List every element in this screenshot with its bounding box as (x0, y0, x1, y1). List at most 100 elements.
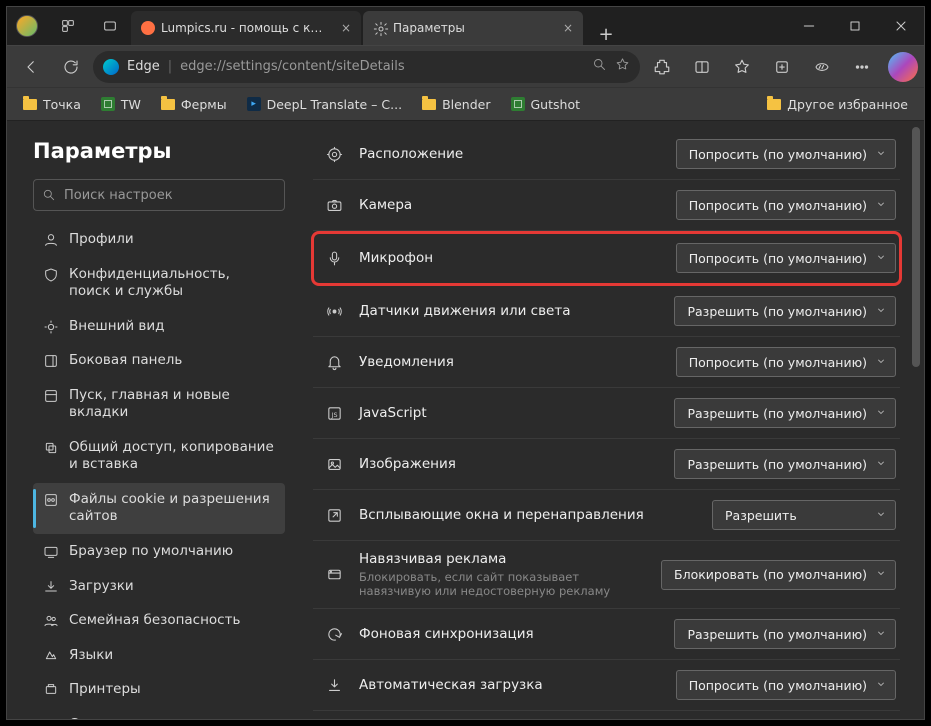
close-window-button[interactable] (878, 7, 924, 45)
nav-label: Система и производительность (69, 716, 275, 719)
favorite-icon[interactable] (615, 57, 630, 76)
bookmark-label: TW (121, 97, 141, 112)
refresh-button[interactable] (53, 50, 89, 84)
sidebar-item-6[interactable]: Файлы cookie и разрешения сайтов (33, 483, 285, 534)
search-placeholder: Поиск настроек (64, 188, 173, 203)
back-button[interactable] (13, 50, 49, 84)
dropdown-value: Разрешить (725, 508, 797, 523)
address-bar[interactable]: Edge | edge://settings/content/siteDetai… (93, 51, 640, 83)
lumpics-favicon-icon (141, 21, 155, 35)
permission-dropdown[interactable]: Попросить (по умолчанию) (676, 670, 896, 700)
dropdown-value: Попросить (по умолчанию) (689, 251, 867, 266)
nav-label: Принтеры (69, 681, 141, 699)
bookmark-label: Точка (43, 97, 81, 112)
tab-lumpics[interactable]: Lumpics.ru - помощь с компьюте × (131, 11, 361, 45)
avatar-icon (16, 15, 38, 37)
bookmark-gutshot[interactable]: Gutshot (503, 93, 589, 116)
sidebar-item-7[interactable]: Браузер по умолчанию (33, 535, 285, 569)
permission-dropdown[interactable]: Разрешить (по умолчанию) (674, 296, 896, 326)
nav-icon (43, 319, 59, 335)
bookmark-blender[interactable]: Blender (414, 93, 498, 116)
tab-settings[interactable]: Параметры × (363, 11, 583, 45)
chevron-down-icon (875, 678, 887, 693)
permission-row-js: JSJavaScriptРазрешить (по умолчанию) (313, 388, 900, 439)
extensions-button[interactable] (644, 50, 680, 84)
nav-icon (43, 267, 59, 283)
scrollbar[interactable] (910, 127, 922, 711)
permission-dropdown[interactable]: Попросить (по умолчанию) (676, 190, 896, 220)
js-icon: JS (317, 405, 351, 422)
dropdown-value: Попросить (по умолчанию) (689, 198, 867, 213)
permission-dropdown[interactable]: Разрешить (по умолчанию) (674, 449, 896, 479)
scrollbar-thumb[interactable] (912, 127, 920, 367)
sidebar-item-10[interactable]: Языки (33, 639, 285, 673)
profile-button[interactable] (7, 7, 47, 45)
tab-title: Параметры (393, 21, 551, 35)
bookmark-fermy[interactable]: Фермы (153, 93, 235, 116)
more-button[interactable] (844, 50, 880, 84)
sidebar-item-11[interactable]: Принтеры (33, 673, 285, 707)
nav-label: Профили (69, 231, 134, 249)
permission-row-ads: Навязчивая реклама Блокировать, если сайт… (313, 541, 900, 609)
permission-dropdown[interactable]: Попросить (по умолчанию) (676, 347, 896, 377)
close-tab-button[interactable]: × (557, 21, 579, 35)
dropdown-value: Разрешить (по умолчанию) (687, 406, 867, 421)
sidebar-item-5[interactable]: Общий доступ, копирование и вставка (33, 431, 285, 482)
chevron-down-icon (875, 304, 887, 319)
browser-essentials-button[interactable] (804, 50, 840, 84)
split-screen-button[interactable] (684, 50, 720, 84)
copilot-button[interactable] (888, 52, 918, 82)
bookmark-label: Другое избранное (787, 97, 908, 112)
permission-label: Навязчивая реклама (359, 551, 653, 567)
settings-search-input[interactable]: Поиск настроек (33, 179, 285, 211)
search-icon[interactable] (592, 57, 607, 76)
url-text: edge://settings/content/siteDetails (180, 59, 584, 74)
sidebar-item-8[interactable]: Загрузки (33, 570, 285, 604)
permission-dropdown[interactable]: Попросить (по умолчанию) (676, 243, 896, 273)
sidebar-item-4[interactable]: Пуск, главная и новые вкладки (33, 379, 285, 430)
nav-label: Семейная безопасность (69, 612, 240, 630)
workspaces-button[interactable] (47, 7, 89, 45)
tab-actions-button[interactable] (89, 7, 131, 45)
permission-description: Блокировать, если сайт показывает навязч… (359, 570, 653, 598)
permission-dropdown[interactable]: Попросить (по умолчанию) (676, 139, 896, 169)
bookmark-tochka[interactable]: Точка (15, 93, 89, 116)
bookmark-tw[interactable]: TW (93, 93, 149, 116)
nav-icon (43, 613, 59, 629)
close-tab-button[interactable]: × (335, 21, 357, 35)
permission-row-image: Изображения Разрешить (по умолчанию) (313, 439, 900, 490)
permission-label: Микрофон (359, 250, 668, 266)
download-icon (317, 677, 351, 694)
permission-dropdown[interactable]: Разрешить (по умолчанию) (674, 398, 896, 428)
permission-dropdown[interactable]: Блокировать (по умолчанию) (661, 560, 896, 590)
bookmark-label: Gutshot (531, 97, 581, 112)
minimize-button[interactable] (786, 7, 832, 45)
permissions-panel: РасположениеПопросить (по умолчанию)Каме… (297, 121, 924, 719)
folder-icon (422, 99, 436, 110)
sidebar-item-0[interactable]: Профили (33, 223, 285, 257)
nav-icon (43, 648, 59, 664)
bookmark-deepl[interactable]: ▸DeepL Translate – C... (239, 93, 410, 116)
sidebar-item-9[interactable]: Семейная безопасность (33, 604, 285, 638)
sidebar-item-1[interactable]: Конфиденциальность, поиск и службы (33, 258, 285, 309)
favorites-button[interactable] (724, 50, 760, 84)
sidebar-item-3[interactable]: Боковая панель (33, 344, 285, 378)
maximize-button[interactable] (832, 7, 878, 45)
nav-label: Языки (69, 647, 113, 665)
permission-row-camera: КамераПопросить (по умолчанию) (313, 180, 900, 231)
permission-dropdown[interactable]: Разрешить (712, 500, 896, 530)
bell-icon (317, 354, 351, 371)
gear-icon (373, 21, 387, 35)
bookmark-overflow[interactable]: Другое избранное (759, 93, 916, 116)
sidebar-item-2[interactable]: Внешний вид (33, 310, 285, 344)
new-tab-button[interactable]: + (589, 24, 623, 45)
permission-row-popup: Всплывающие окна и перенаправленияРазреш… (313, 490, 900, 541)
svg-text:JS: JS (330, 411, 337, 419)
collections-button[interactable] (764, 50, 800, 84)
permission-label: Изображения (359, 456, 666, 472)
nav-icon (43, 353, 59, 369)
sidebar-item-12[interactable]: Система и производительность (33, 708, 285, 719)
sync-icon (317, 626, 351, 643)
bookmark-label: Blender (442, 97, 490, 112)
permission-dropdown[interactable]: Разрешить (по умолчанию) (674, 619, 896, 649)
